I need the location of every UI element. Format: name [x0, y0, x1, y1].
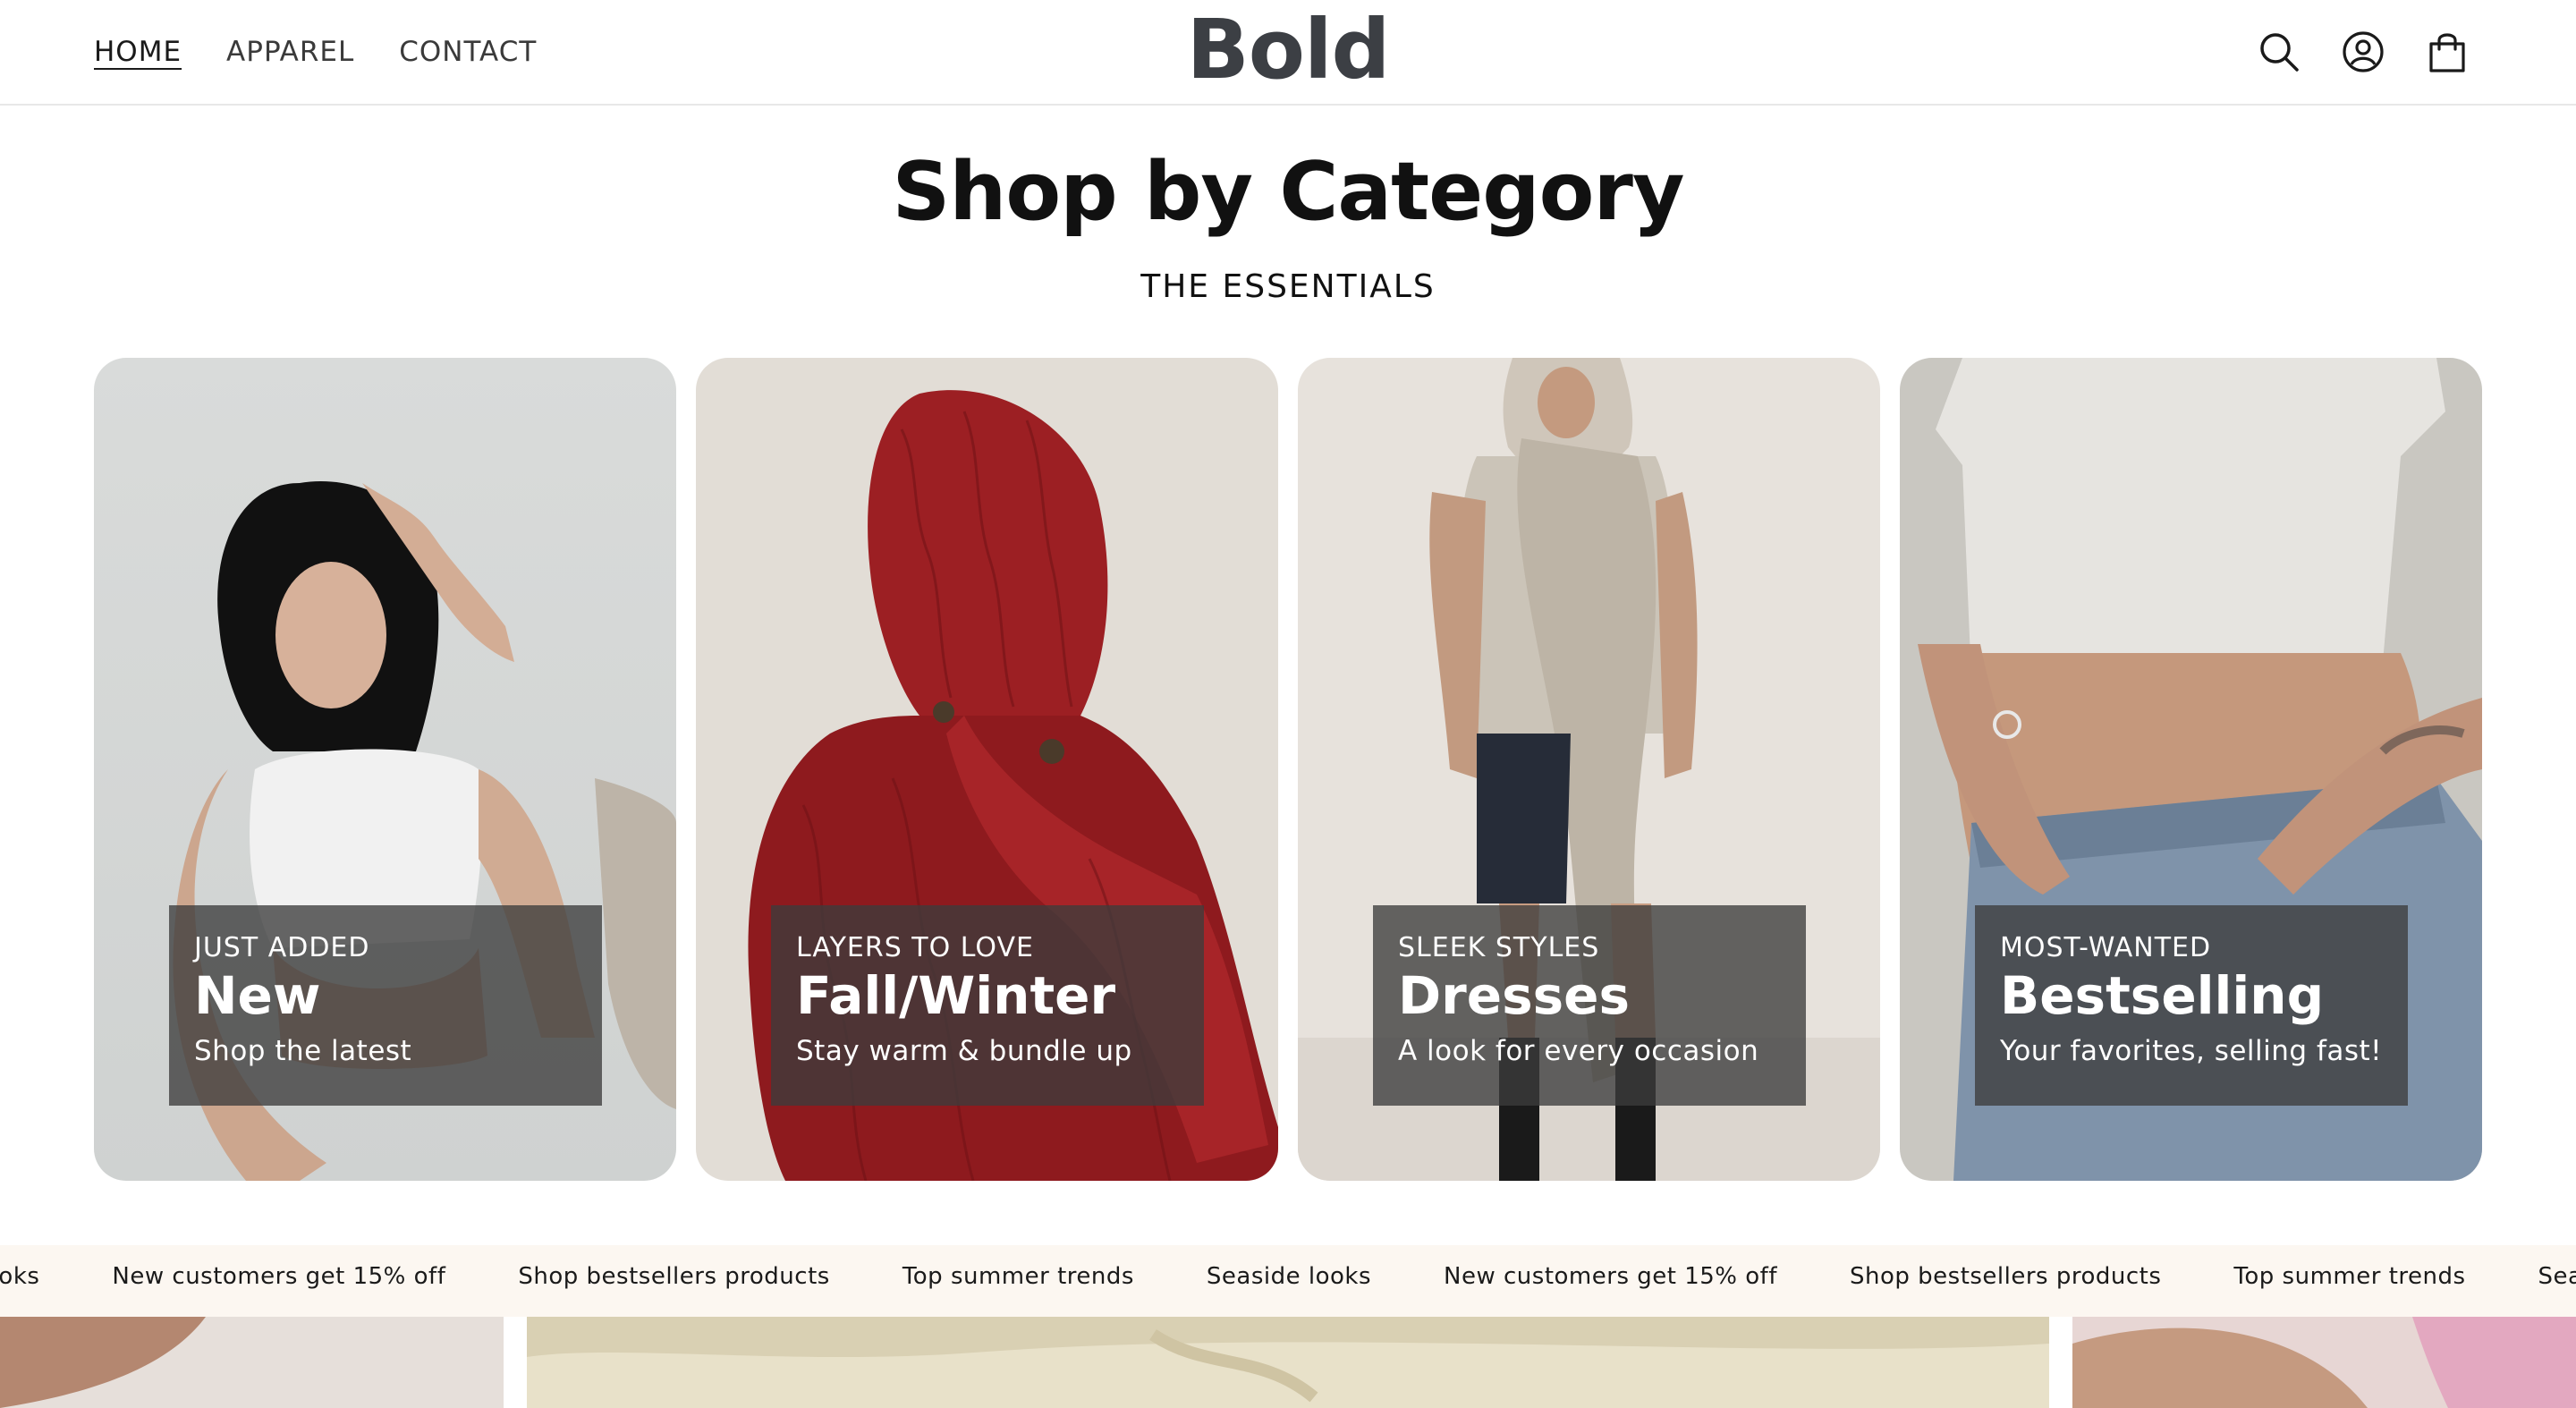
card-description: Shop the latest — [194, 1035, 412, 1067]
header-actions — [2258, 29, 2469, 75]
card-title: Fall/Winter — [796, 965, 1116, 1026]
account-icon[interactable] — [2342, 29, 2385, 75]
category-grid: JUST ADDED New Shop the latest LAYERS TO… — [94, 358, 2482, 1181]
card-caption: JUST ADDED New Shop the latest — [169, 905, 602, 1106]
marquee-item[interactable]: Top summer trends — [902, 1263, 1134, 1290]
card-title: New — [194, 965, 321, 1026]
card-caption: MOST-WANTED Bestselling Your favorites, … — [1975, 905, 2408, 1106]
featured-image-texture[interactable] — [527, 1317, 2049, 1408]
featured-image-skin[interactable] — [0, 1317, 504, 1408]
card-title: Dresses — [1398, 965, 1630, 1026]
card-caption: SLEEK STYLES Dresses A look for every oc… — [1373, 905, 1806, 1106]
site-header: HOME APPAREL CONTACT Bold — [0, 0, 2576, 106]
card-kicker: JUST ADDED — [194, 932, 370, 963]
site-logo[interactable]: Bold — [0, 2, 2576, 98]
marquee-item[interactable]: Shop bestsellers products — [518, 1263, 829, 1290]
card-description: Your favorites, selling fast! — [2000, 1035, 2383, 1067]
category-card-dresses[interactable]: SLEEK STYLES Dresses A look for every oc… — [1298, 358, 1880, 1181]
announcement-marquee: ooks New customers get 15% off Shop best… — [0, 1245, 2576, 1317]
marquee-item[interactable]: Seaside looks — [2538, 1263, 2576, 1290]
card-description: Stay warm & bundle up — [796, 1035, 1132, 1067]
card-kicker: SLEEK STYLES — [1398, 932, 1600, 963]
section-subtitle: THE ESSENTIALS — [1140, 268, 1436, 305]
category-card-new[interactable]: JUST ADDED New Shop the latest — [94, 358, 676, 1181]
marquee-item[interactable]: Top summer trends — [2233, 1263, 2465, 1290]
marquee-item[interactable]: New customers get 15% off — [1444, 1263, 1777, 1290]
card-description: A look for every occasion — [1398, 1035, 1759, 1067]
card-title: Bestselling — [2000, 965, 2325, 1026]
card-caption: LAYERS TO LOVE Fall/Winter Stay warm & b… — [771, 905, 1204, 1106]
marquee-item[interactable]: New customers get 15% off — [112, 1263, 445, 1290]
marquee-track: ooks New customers get 15% off Shop best… — [0, 1263, 2576, 1290]
cart-icon[interactable] — [2426, 29, 2469, 75]
marquee-item[interactable]: Seaside looks — [1207, 1263, 1371, 1290]
marquee-item[interactable]: ooks — [0, 1263, 39, 1290]
category-card-bestselling[interactable]: MOST-WANTED Bestselling Your favorites, … — [1900, 358, 2482, 1181]
featured-images-row — [0, 1317, 2576, 1408]
category-card-fall-winter[interactable]: LAYERS TO LOVE Fall/Winter Stay warm & b… — [696, 358, 1278, 1181]
search-icon[interactable] — [2258, 29, 2301, 75]
featured-image-pink[interactable] — [2072, 1317, 2576, 1408]
card-kicker: LAYERS TO LOVE — [796, 932, 1034, 963]
marquee-item[interactable]: Shop bestsellers products — [1850, 1263, 2161, 1290]
card-kicker: MOST-WANTED — [2000, 932, 2212, 963]
section-title: Shop by Category — [892, 145, 1684, 239]
